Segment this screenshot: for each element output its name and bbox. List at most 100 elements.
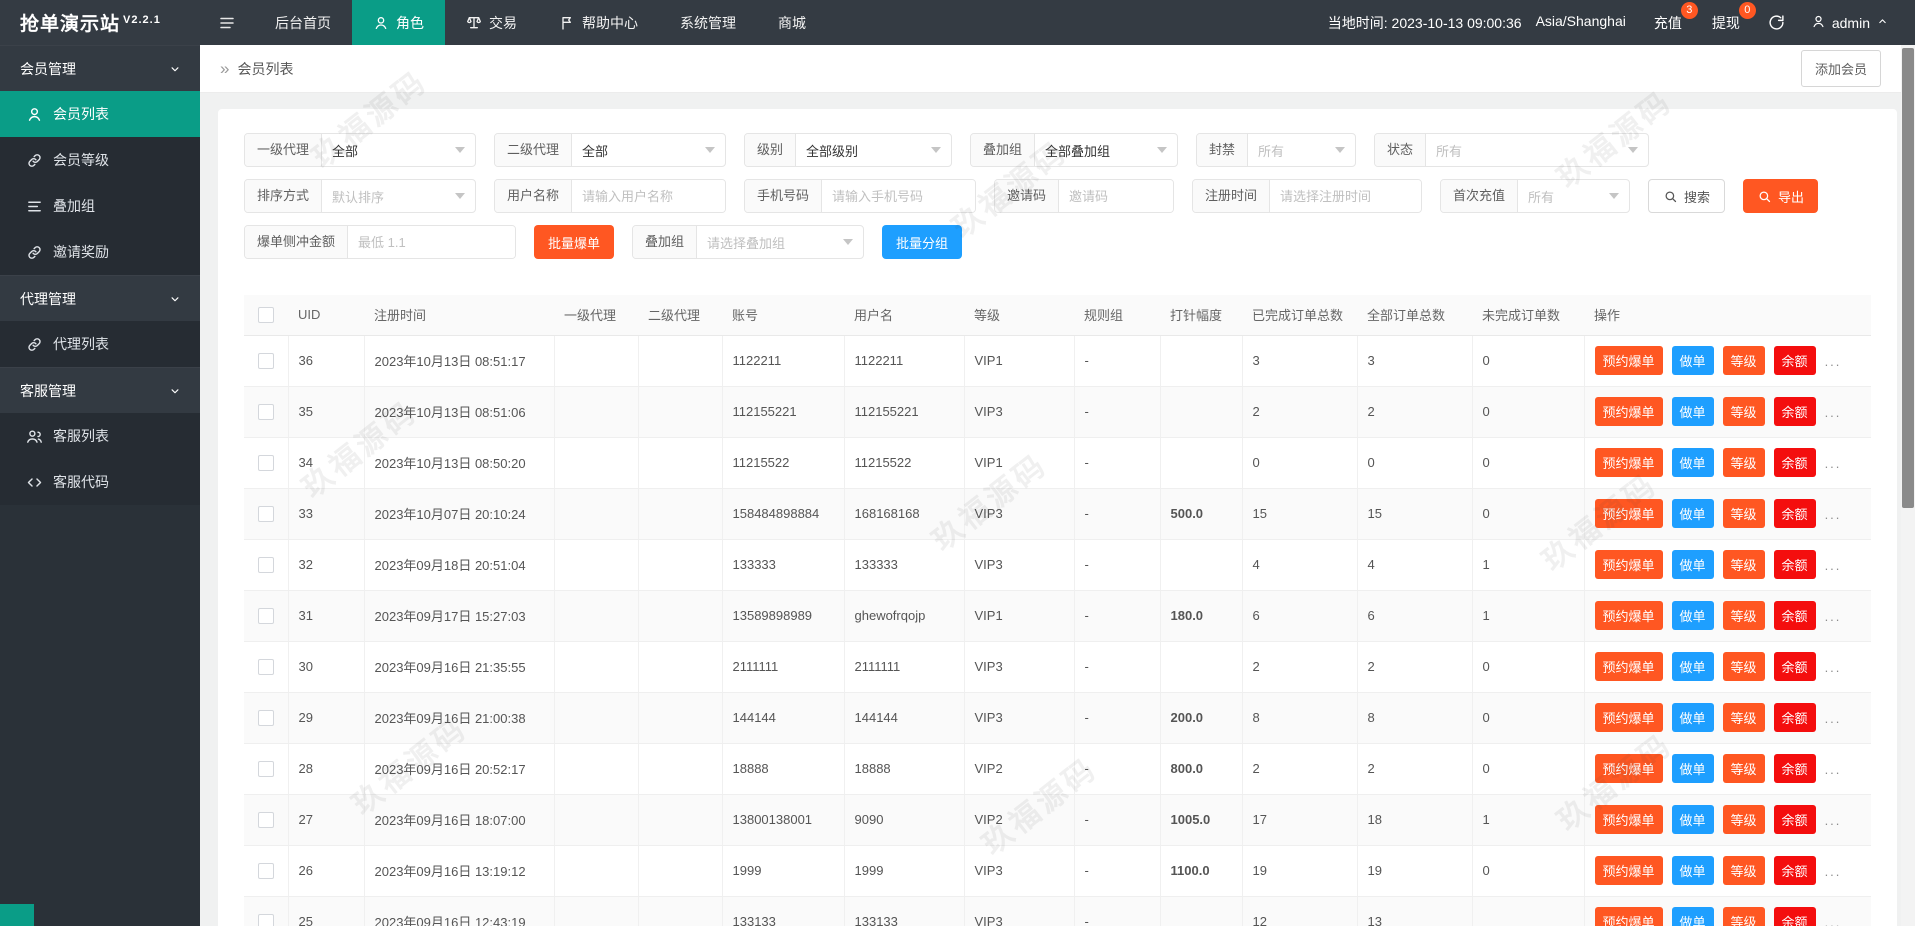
sidebar-group-service-management[interactable]: 客服管理 (0, 367, 200, 413)
row-checkbox[interactable] (257, 505, 274, 522)
select-all-checkbox[interactable] (258, 307, 274, 324)
export-button[interactable]: 导出 (1743, 179, 1819, 213)
reserve-burst-button[interactable]: 预约爆单 (1594, 703, 1663, 732)
reserve-burst-button[interactable]: 预约爆单 (1594, 652, 1663, 681)
stack-group-filter[interactable]: 叠加组 全部叠加组 (970, 133, 1178, 167)
first-agent-filter[interactable]: 一级代理 全部 (244, 133, 476, 167)
make-order-button[interactable]: 做单 (1671, 397, 1714, 426)
user-menu[interactable]: admin (1811, 14, 1889, 32)
search-button[interactable]: 搜索 (1648, 179, 1726, 213)
balance-button[interactable]: 余额 (1773, 448, 1816, 477)
make-order-button[interactable]: 做单 (1671, 499, 1714, 528)
reserve-burst-button[interactable]: 预约爆单 (1594, 856, 1663, 885)
reserve-burst-button[interactable]: 预约爆单 (1594, 397, 1663, 426)
make-order-button[interactable]: 做单 (1671, 550, 1714, 579)
sidebar-item-member-list[interactable]: 会员列表 (0, 91, 200, 137)
balance-button[interactable]: 余额 (1773, 397, 1816, 426)
row-checkbox[interactable] (257, 811, 274, 828)
level-button[interactable]: 等级 (1722, 397, 1765, 426)
balance-button[interactable]: 余额 (1773, 805, 1816, 834)
sidebar-toggle-button[interactable] (200, 0, 254, 45)
reserve-burst-button[interactable]: 预约爆单 (1594, 499, 1663, 528)
register-time-filter-input[interactable] (1270, 180, 1421, 212)
add-member-button[interactable]: 添加会员 (1800, 50, 1881, 87)
reserve-burst-button[interactable]: 预约爆单 (1594, 448, 1663, 477)
row-checkbox[interactable] (257, 862, 274, 879)
burst-amount-input-input[interactable] (348, 226, 515, 258)
level-button[interactable]: 等级 (1722, 805, 1765, 834)
balance-button[interactable]: 余额 (1773, 346, 1816, 375)
make-order-button[interactable]: 做单 (1671, 703, 1714, 732)
sidebar-item-member-level[interactable]: 会员等级 (0, 137, 200, 183)
balance-button[interactable]: 余额 (1773, 499, 1816, 528)
level-button[interactable]: 等级 (1722, 346, 1765, 375)
level-button[interactable]: 等级 (1722, 448, 1765, 477)
recharge-button[interactable]: 充值 3 (1652, 1, 1698, 35)
row-checkbox[interactable] (257, 352, 274, 369)
refresh-button[interactable] (1768, 14, 1785, 31)
sort-filter[interactable]: 排序方式 默认排序 (244, 179, 476, 213)
bulk-stack-group-filter[interactable]: 叠加组 请选择叠加组 (632, 225, 865, 259)
sidebar-item-service-code[interactable]: 客服代码 (0, 459, 200, 505)
reserve-burst-button[interactable]: 预约爆单 (1594, 346, 1663, 375)
make-order-button[interactable]: 做单 (1671, 346, 1714, 375)
status-filter[interactable]: 状态 所有 (1374, 133, 1649, 167)
balance-button[interactable]: 余额 (1773, 652, 1816, 681)
sidebar-group-agent-management[interactable]: 代理管理 (0, 275, 200, 321)
row-checkbox[interactable] (257, 760, 274, 777)
row-checkbox[interactable] (257, 607, 274, 624)
row-checkbox[interactable] (257, 658, 274, 675)
more-actions-button[interactable]: ... (1825, 711, 1842, 726)
reserve-burst-button[interactable]: 预约爆单 (1594, 805, 1663, 834)
username-filter-input[interactable] (572, 180, 725, 212)
level-button[interactable]: 等级 (1722, 856, 1765, 885)
more-actions-button[interactable]: ... (1825, 456, 1842, 471)
balance-button[interactable]: 余额 (1773, 856, 1816, 885)
level-button[interactable]: 等级 (1722, 703, 1765, 732)
balance-button[interactable]: 余额 (1773, 907, 1816, 926)
more-actions-button[interactable]: ... (1825, 915, 1842, 926)
level-button[interactable]: 等级 (1722, 499, 1765, 528)
more-actions-button[interactable]: ... (1825, 609, 1842, 624)
sidebar-group-member-management[interactable]: 会员管理 (0, 45, 200, 91)
topnav-item-2[interactable]: 角色 (352, 0, 445, 45)
row-checkbox[interactable] (257, 556, 274, 573)
sidebar-collapse-indicator[interactable] (0, 904, 34, 926)
sidebar-item-stack-group[interactable]: 叠加组 (0, 183, 200, 229)
make-order-button[interactable]: 做单 (1671, 448, 1714, 477)
reserve-burst-button[interactable]: 预约爆单 (1594, 601, 1663, 630)
more-actions-button[interactable]: ... (1825, 660, 1842, 675)
level-button[interactable]: 等级 (1722, 907, 1765, 926)
more-actions-button[interactable]: ... (1825, 354, 1842, 369)
more-actions-button[interactable]: ... (1825, 813, 1842, 828)
topnav-item-4[interactable]: 帮助中心 (538, 0, 659, 45)
level-button[interactable]: 等级 (1722, 601, 1765, 630)
scrollbar-thumb[interactable] (1902, 48, 1914, 508)
invite-code-filter-input[interactable] (1059, 180, 1173, 212)
make-order-button[interactable]: 做单 (1671, 805, 1714, 834)
sidebar-item-service-list[interactable]: 客服列表 (0, 413, 200, 459)
more-actions-button[interactable]: ... (1825, 762, 1842, 777)
topnav-item-5[interactable]: 系统管理 (659, 0, 757, 45)
ban-filter[interactable]: 封禁 所有 (1196, 133, 1356, 167)
make-order-button[interactable]: 做单 (1671, 856, 1714, 885)
row-checkbox[interactable] (257, 403, 274, 420)
more-actions-button[interactable]: ... (1825, 405, 1842, 420)
balance-button[interactable]: 余额 (1773, 550, 1816, 579)
make-order-button[interactable]: 做单 (1671, 601, 1714, 630)
topnav-item-3[interactable]: 交易 (445, 0, 538, 45)
balance-button[interactable]: 余额 (1773, 601, 1816, 630)
row-checkbox[interactable] (257, 454, 274, 471)
level-button[interactable]: 等级 (1722, 754, 1765, 783)
more-actions-button[interactable]: ... (1825, 558, 1842, 573)
phone-filter-input[interactable] (822, 180, 975, 212)
balance-button[interactable]: 余额 (1773, 754, 1816, 783)
withdraw-button[interactable]: 提现 0 (1710, 1, 1756, 35)
make-order-button[interactable]: 做单 (1671, 907, 1714, 926)
level-filter[interactable]: 级别 全部级别 (744, 133, 952, 167)
second-agent-filter[interactable]: 二级代理 全部 (494, 133, 726, 167)
balance-button[interactable]: 余额 (1773, 703, 1816, 732)
topnav-item-6[interactable]: 商城 (757, 0, 827, 45)
reserve-burst-button[interactable]: 预约爆单 (1594, 550, 1663, 579)
bulk-burst-button[interactable]: 批量爆单 (534, 225, 615, 259)
